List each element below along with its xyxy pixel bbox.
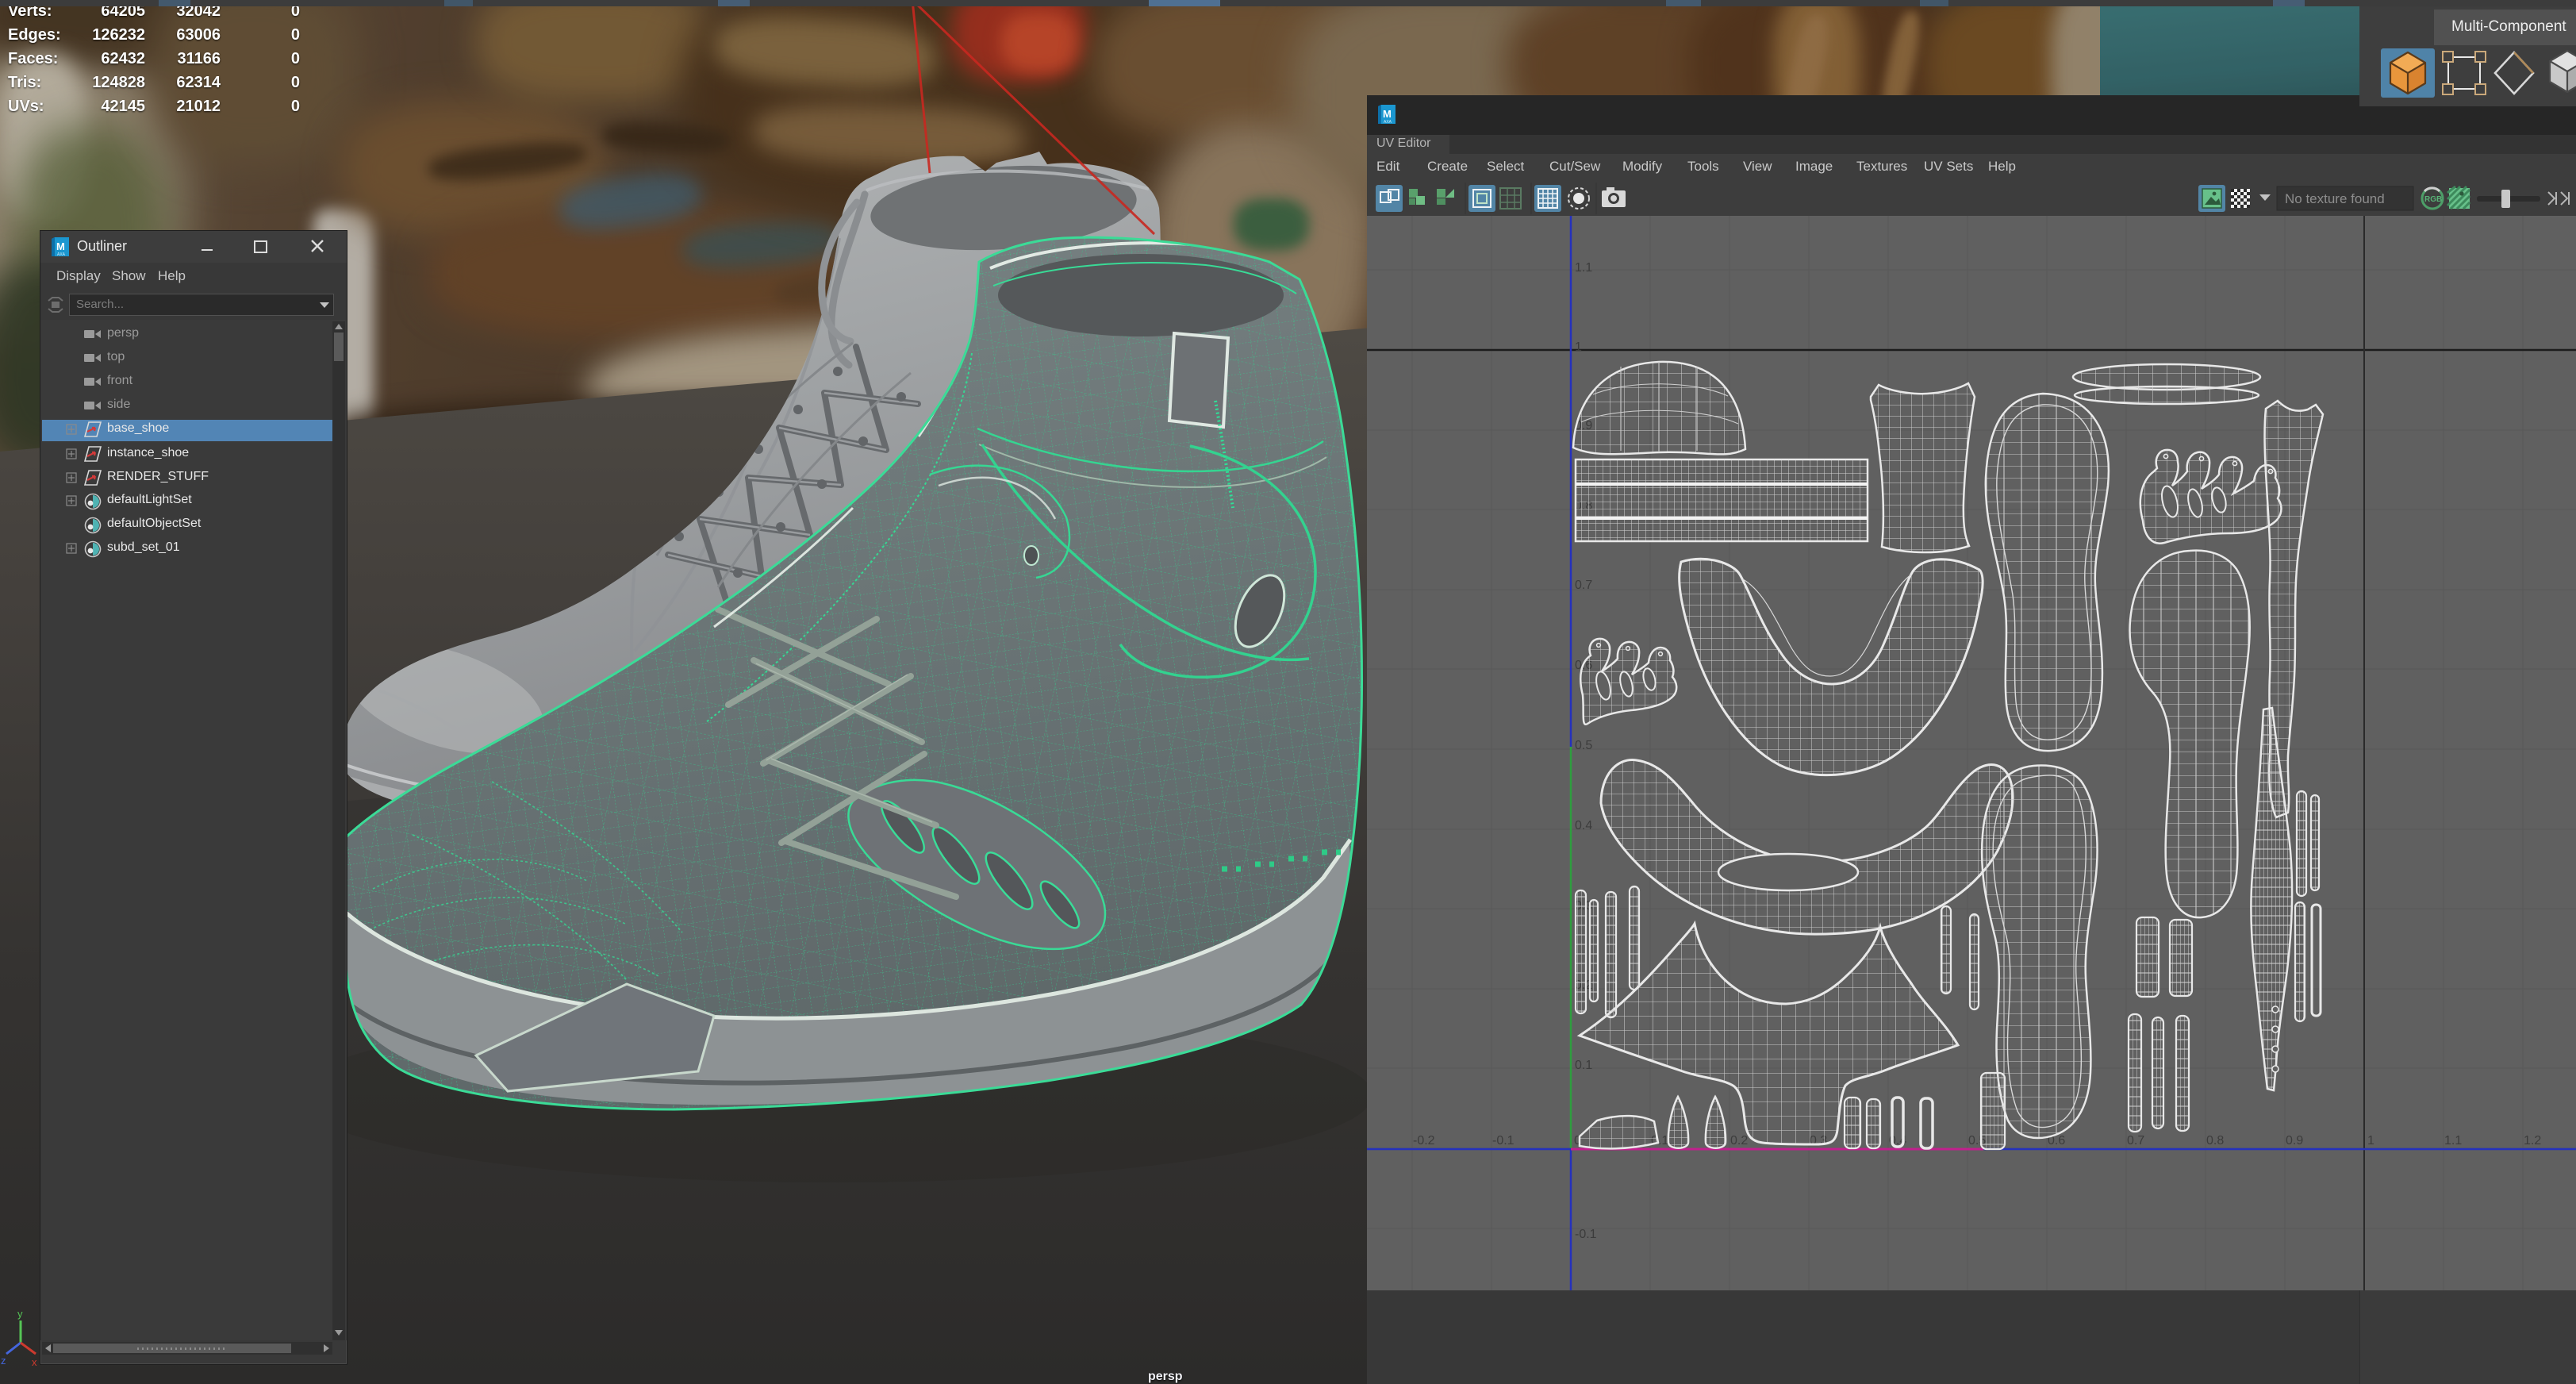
svg-text:1: 1 <box>1575 340 1582 354</box>
svg-text:0.9: 0.9 <box>2286 1134 2303 1148</box>
svg-text:0.4: 0.4 <box>1575 819 1592 832</box>
svg-text:-0.2: -0.2 <box>1413 1134 1435 1148</box>
svg-text:No texture found: No texture found <box>2285 191 2385 206</box>
svg-text:-0.1: -0.1 <box>1575 1228 1597 1241</box>
svg-text:z: z <box>1 1355 6 1367</box>
svg-text:M: M <box>1383 108 1392 120</box>
svg-text:0.2: 0.2 <box>1730 1134 1748 1148</box>
svg-text:y: y <box>17 1308 23 1320</box>
svg-text:1.2: 1.2 <box>2524 1134 2541 1148</box>
svg-text:AXA: AXA <box>1384 120 1392 125</box>
svg-text:x: x <box>32 1356 37 1368</box>
svg-text:1.1: 1.1 <box>2444 1134 2462 1148</box>
svg-text:0.1: 0.1 <box>1575 1059 1592 1072</box>
svg-text:0.8: 0.8 <box>2206 1134 2224 1148</box>
svg-text:-0.1: -0.1 <box>1492 1134 1515 1148</box>
svg-text:AXA: AXA <box>57 252 66 257</box>
svg-text:RGB: RGB <box>2424 195 2442 204</box>
svg-text:0.7: 0.7 <box>1575 579 1592 592</box>
svg-text:M: M <box>56 240 65 252</box>
svg-text:0.7: 0.7 <box>2127 1134 2144 1148</box>
svg-text:1: 1 <box>2367 1134 2374 1148</box>
svg-text:0.5: 0.5 <box>1575 739 1592 752</box>
svg-text:1.1: 1.1 <box>1575 261 1592 275</box>
